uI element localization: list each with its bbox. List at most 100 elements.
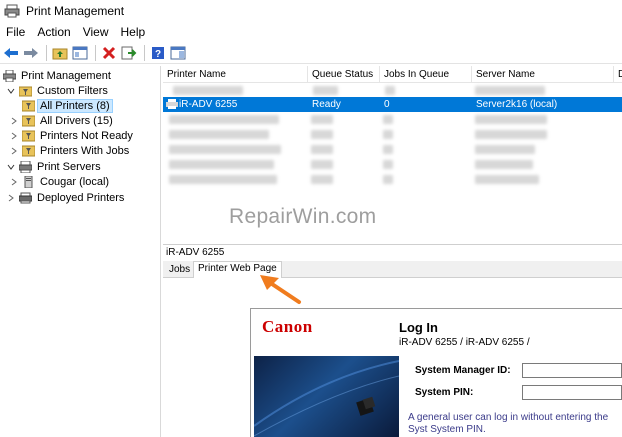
column-server-name[interactable]: Server Name <box>472 66 614 83</box>
redacted-cell <box>169 130 269 139</box>
up-folder-icon[interactable] <box>51 44 69 62</box>
title-bar: Print Management <box>0 0 622 22</box>
filter-icon <box>22 115 35 127</box>
redacted-cell <box>383 160 393 169</box>
filter-icon <box>22 100 35 112</box>
collapsed-chevron-icon[interactable] <box>9 177 19 187</box>
tab-jobs[interactable]: Jobs <box>165 263 194 278</box>
filter-icon <box>22 145 35 157</box>
redacted-cell <box>311 175 333 184</box>
system-pin-input[interactable] <box>522 385 622 400</box>
tree-item-print-servers[interactable]: Print Servers <box>6 159 103 174</box>
table-row[interactable] <box>163 127 622 142</box>
export-icon[interactable] <box>120 44 138 62</box>
column-jobs-in-queue[interactable]: Jobs In Queue <box>380 66 472 83</box>
window-title: Print Management <box>26 4 125 18</box>
table-row-selected[interactable]: iR-ADV 6255 Ready 0 Server2k16 (local) <box>163 97 622 112</box>
tree-item-printers-with-jobs[interactable]: Printers With Jobs <box>11 143 131 158</box>
login-note: A general user can log in without enteri… <box>408 412 609 435</box>
redacted-cell <box>313 86 338 95</box>
redacted-cell <box>311 115 333 124</box>
column-printer-name[interactable]: Printer Name <box>163 66 308 83</box>
canon-logo: Canon <box>262 317 313 336</box>
login-heading: Log In <box>399 320 438 335</box>
back-arrow-icon[interactable] <box>2 44 20 62</box>
properties-icon[interactable] <box>169 44 187 62</box>
tree-item-custom-filters[interactable]: Custom Filters <box>6 83 110 98</box>
redacted-cell <box>475 160 533 169</box>
list-header: Printer Name Queue Status Jobs In Queue … <box>163 66 622 83</box>
expanded-chevron-icon[interactable] <box>6 162 16 172</box>
delete-icon[interactable] <box>100 44 118 62</box>
redacted-cell <box>475 115 547 124</box>
cell-jobs-in-queue: 0 <box>384 99 390 110</box>
collapsed-chevron-icon[interactable] <box>9 131 19 141</box>
toolbar-separator <box>46 44 47 61</box>
column-driver[interactable]: D <box>614 66 622 83</box>
menu-view[interactable]: View <box>79 25 117 39</box>
system-pin-label: System PIN: <box>415 387 474 398</box>
collapsed-chevron-icon[interactable] <box>9 116 19 126</box>
redacted-cell <box>383 145 393 154</box>
redacted-cell <box>311 145 333 154</box>
remote-ui-frame: Canon Log In iR-ADV 6255 / iR-ADV 6255 /… <box>250 308 622 437</box>
redacted-cell <box>311 130 333 139</box>
column-queue-status[interactable]: Queue Status <box>308 66 380 83</box>
expanded-chevron-icon[interactable] <box>6 86 16 96</box>
redacted-cell <box>311 160 333 169</box>
redacted-cell <box>475 86 545 95</box>
tree-item-printers-not-ready[interactable]: Printers Not Ready <box>11 128 135 143</box>
table-row[interactable] <box>163 157 622 172</box>
printer-web-page: Canon Log In iR-ADV 6255 / iR-ADV 6255 /… <box>163 278 622 437</box>
help-icon[interactable]: ? <box>149 44 167 62</box>
redacted-cell <box>383 175 393 184</box>
print-management-app-icon <box>4 4 20 18</box>
redacted-cell <box>169 175 277 184</box>
redacted-cell <box>475 145 535 154</box>
decorative-banner-image <box>254 356 399 437</box>
print-management-icon <box>3 69 16 82</box>
annotation-arrow-icon <box>260 275 301 304</box>
show-hide-tree-icon[interactable] <box>71 44 89 62</box>
filter-icon <box>22 130 35 142</box>
redacted-cell <box>475 175 539 184</box>
menu-bar: File Action View Help <box>0 22 622 42</box>
redacted-cell <box>383 130 393 139</box>
collapsed-chevron-icon[interactable] <box>6 193 16 203</box>
system-manager-id-label: System Manager ID: <box>415 365 511 376</box>
filter-folder-icon <box>19 85 32 97</box>
menu-help[interactable]: Help <box>117 25 154 39</box>
table-row[interactable] <box>163 142 622 157</box>
tree-item-all-printers[interactable]: All Printers (8) <box>22 98 113 113</box>
redacted-cell <box>169 145 281 154</box>
watermark: RepairWin.com <box>229 205 377 228</box>
toolbar: ? <box>0 42 622 64</box>
detail-pane-title: iR-ADV 6255 <box>163 244 622 260</box>
redacted-cell <box>173 86 243 95</box>
table-row[interactable] <box>163 112 622 127</box>
menu-action[interactable]: Action <box>33 25 78 39</box>
print-server-icon <box>19 160 32 173</box>
tree-item-print-management[interactable]: Print Management <box>3 68 113 83</box>
tree-item-cougar-local[interactable]: Cougar (local) <box>11 174 111 189</box>
navigation-tree: Print Management Custom Filters All Prin… <box>0 66 161 437</box>
redacted-cell <box>385 86 395 95</box>
table-row[interactable] <box>163 83 622 98</box>
redacted-cell <box>169 115 279 124</box>
redacted-cell <box>475 130 547 139</box>
printer-row-icon <box>164 97 178 112</box>
tree-item-all-drivers[interactable]: All Drivers (15) <box>11 113 115 128</box>
redacted-cell <box>169 160 274 169</box>
forward-arrow-icon[interactable] <box>22 44 40 62</box>
system-manager-id-input[interactable] <box>522 363 622 378</box>
menu-file[interactable]: File <box>2 25 33 39</box>
table-row[interactable] <box>163 172 622 187</box>
svg-text:?: ? <box>155 49 161 60</box>
toolbar-separator <box>95 44 96 61</box>
cell-printer-name: iR-ADV 6255 <box>179 99 238 110</box>
cell-queue-status: Ready <box>312 99 341 110</box>
cell-server-name: Server2k16 (local) <box>476 99 558 110</box>
redacted-cell <box>383 115 393 124</box>
collapsed-chevron-icon[interactable] <box>9 146 19 156</box>
tree-item-deployed-printers[interactable]: Deployed Printers <box>6 190 126 205</box>
